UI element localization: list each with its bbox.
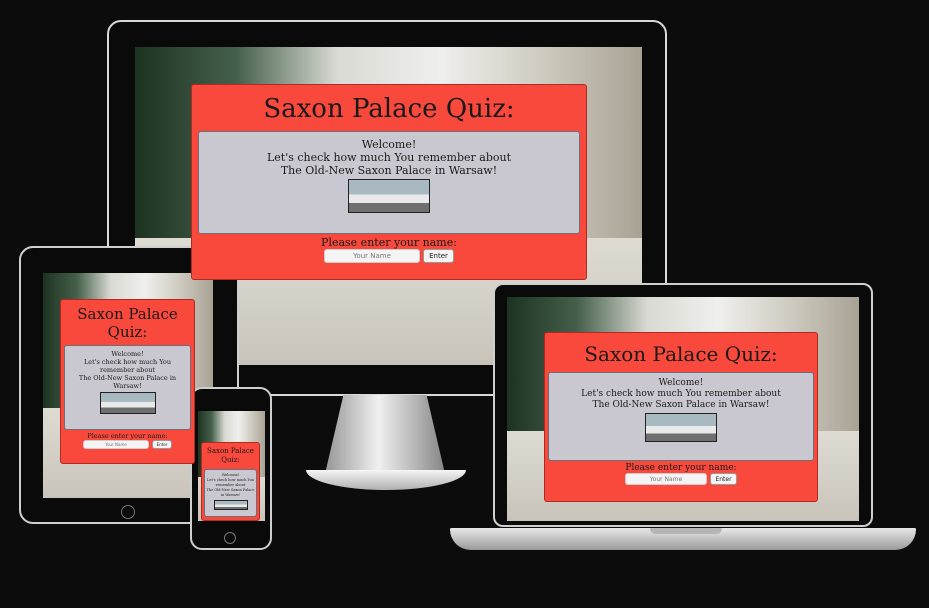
title-line: Saxon Palace [207,447,254,455]
phone-home-button [224,532,236,544]
intro-line: Let's check how much You remember about [581,389,781,399]
palace-image [348,179,430,213]
welcome-box: Welcome! Let's check how much You rememb… [64,345,191,430]
intro-line: Let's check how much You remember about [266,151,512,164]
intro-line: The Old-New Saxon Palace in Warsaw! [280,164,498,177]
monitor-stand [325,395,445,473]
welcome-text: Welcome! [111,350,144,358]
intro-line: Warsaw! [113,382,142,390]
intro-line: remember about [99,366,156,374]
name-form: Enter [545,473,817,485]
intro-line: Let's check how much You [83,358,172,366]
quiz-card: Saxon Palace Quiz: Welcome! Let's check … [60,299,195,464]
quiz-title: Saxon Palace Quiz: [77,305,178,341]
tablet-screen: Saxon Palace Quiz: Welcome! Let's check … [43,273,213,498]
quiz-card: Saxon Palace Quiz: Welcome! Let's check … [191,84,587,280]
name-input[interactable] [625,473,707,485]
welcome-box: Welcome! Let's check how much You rememb… [198,131,580,234]
enter-button[interactable]: Enter [710,473,737,485]
monitor-base [306,470,466,490]
quiz-card: Saxon Palace Quiz: Welcome! Let's check … [201,442,260,521]
title-line: Quiz: [221,456,240,464]
name-label: Please enter your name: [625,463,737,473]
quiz-title: Saxon Palace Quiz: [584,342,778,366]
quiz-title: Saxon Palace Quiz: [202,447,259,465]
palace-image [99,392,156,414]
enter-button[interactable]: Enter [152,440,172,449]
welcome-box: Welcome! Let's check how much You rememb… [204,469,257,517]
name-label: Please enter your name: [321,236,457,249]
quiz-title: Saxon Palace Quiz: [263,94,515,124]
name-input[interactable] [83,440,149,449]
enter-button[interactable]: Enter [423,249,454,263]
palace-image [645,413,717,442]
tablet-home-button [121,505,135,519]
intro-line: in Warsaw! [220,493,241,497]
quiz-card: Saxon Palace Quiz: Welcome! Let's check … [544,332,818,502]
intro-line: The Old-New Saxon Palace in [78,374,177,382]
intro-line: The Old-New Saxon Palace in Warsaw! [592,400,770,410]
name-form: Enter [61,440,194,449]
welcome-text: Welcome! [658,378,704,388]
welcome-text: Welcome! [361,138,417,151]
name-input[interactable] [324,249,420,263]
palace-image [213,500,248,510]
phone-screen: Saxon Palace Quiz: Welcome! Let's check … [198,411,265,521]
name-label: Please enter your name: [87,432,168,440]
name-form: Enter [192,249,586,263]
laptop-screen: Saxon Palace Quiz: Welcome! Let's check … [507,297,859,521]
welcome-box: Welcome! Let's check how much You rememb… [548,372,814,461]
laptop-notch [650,528,722,534]
